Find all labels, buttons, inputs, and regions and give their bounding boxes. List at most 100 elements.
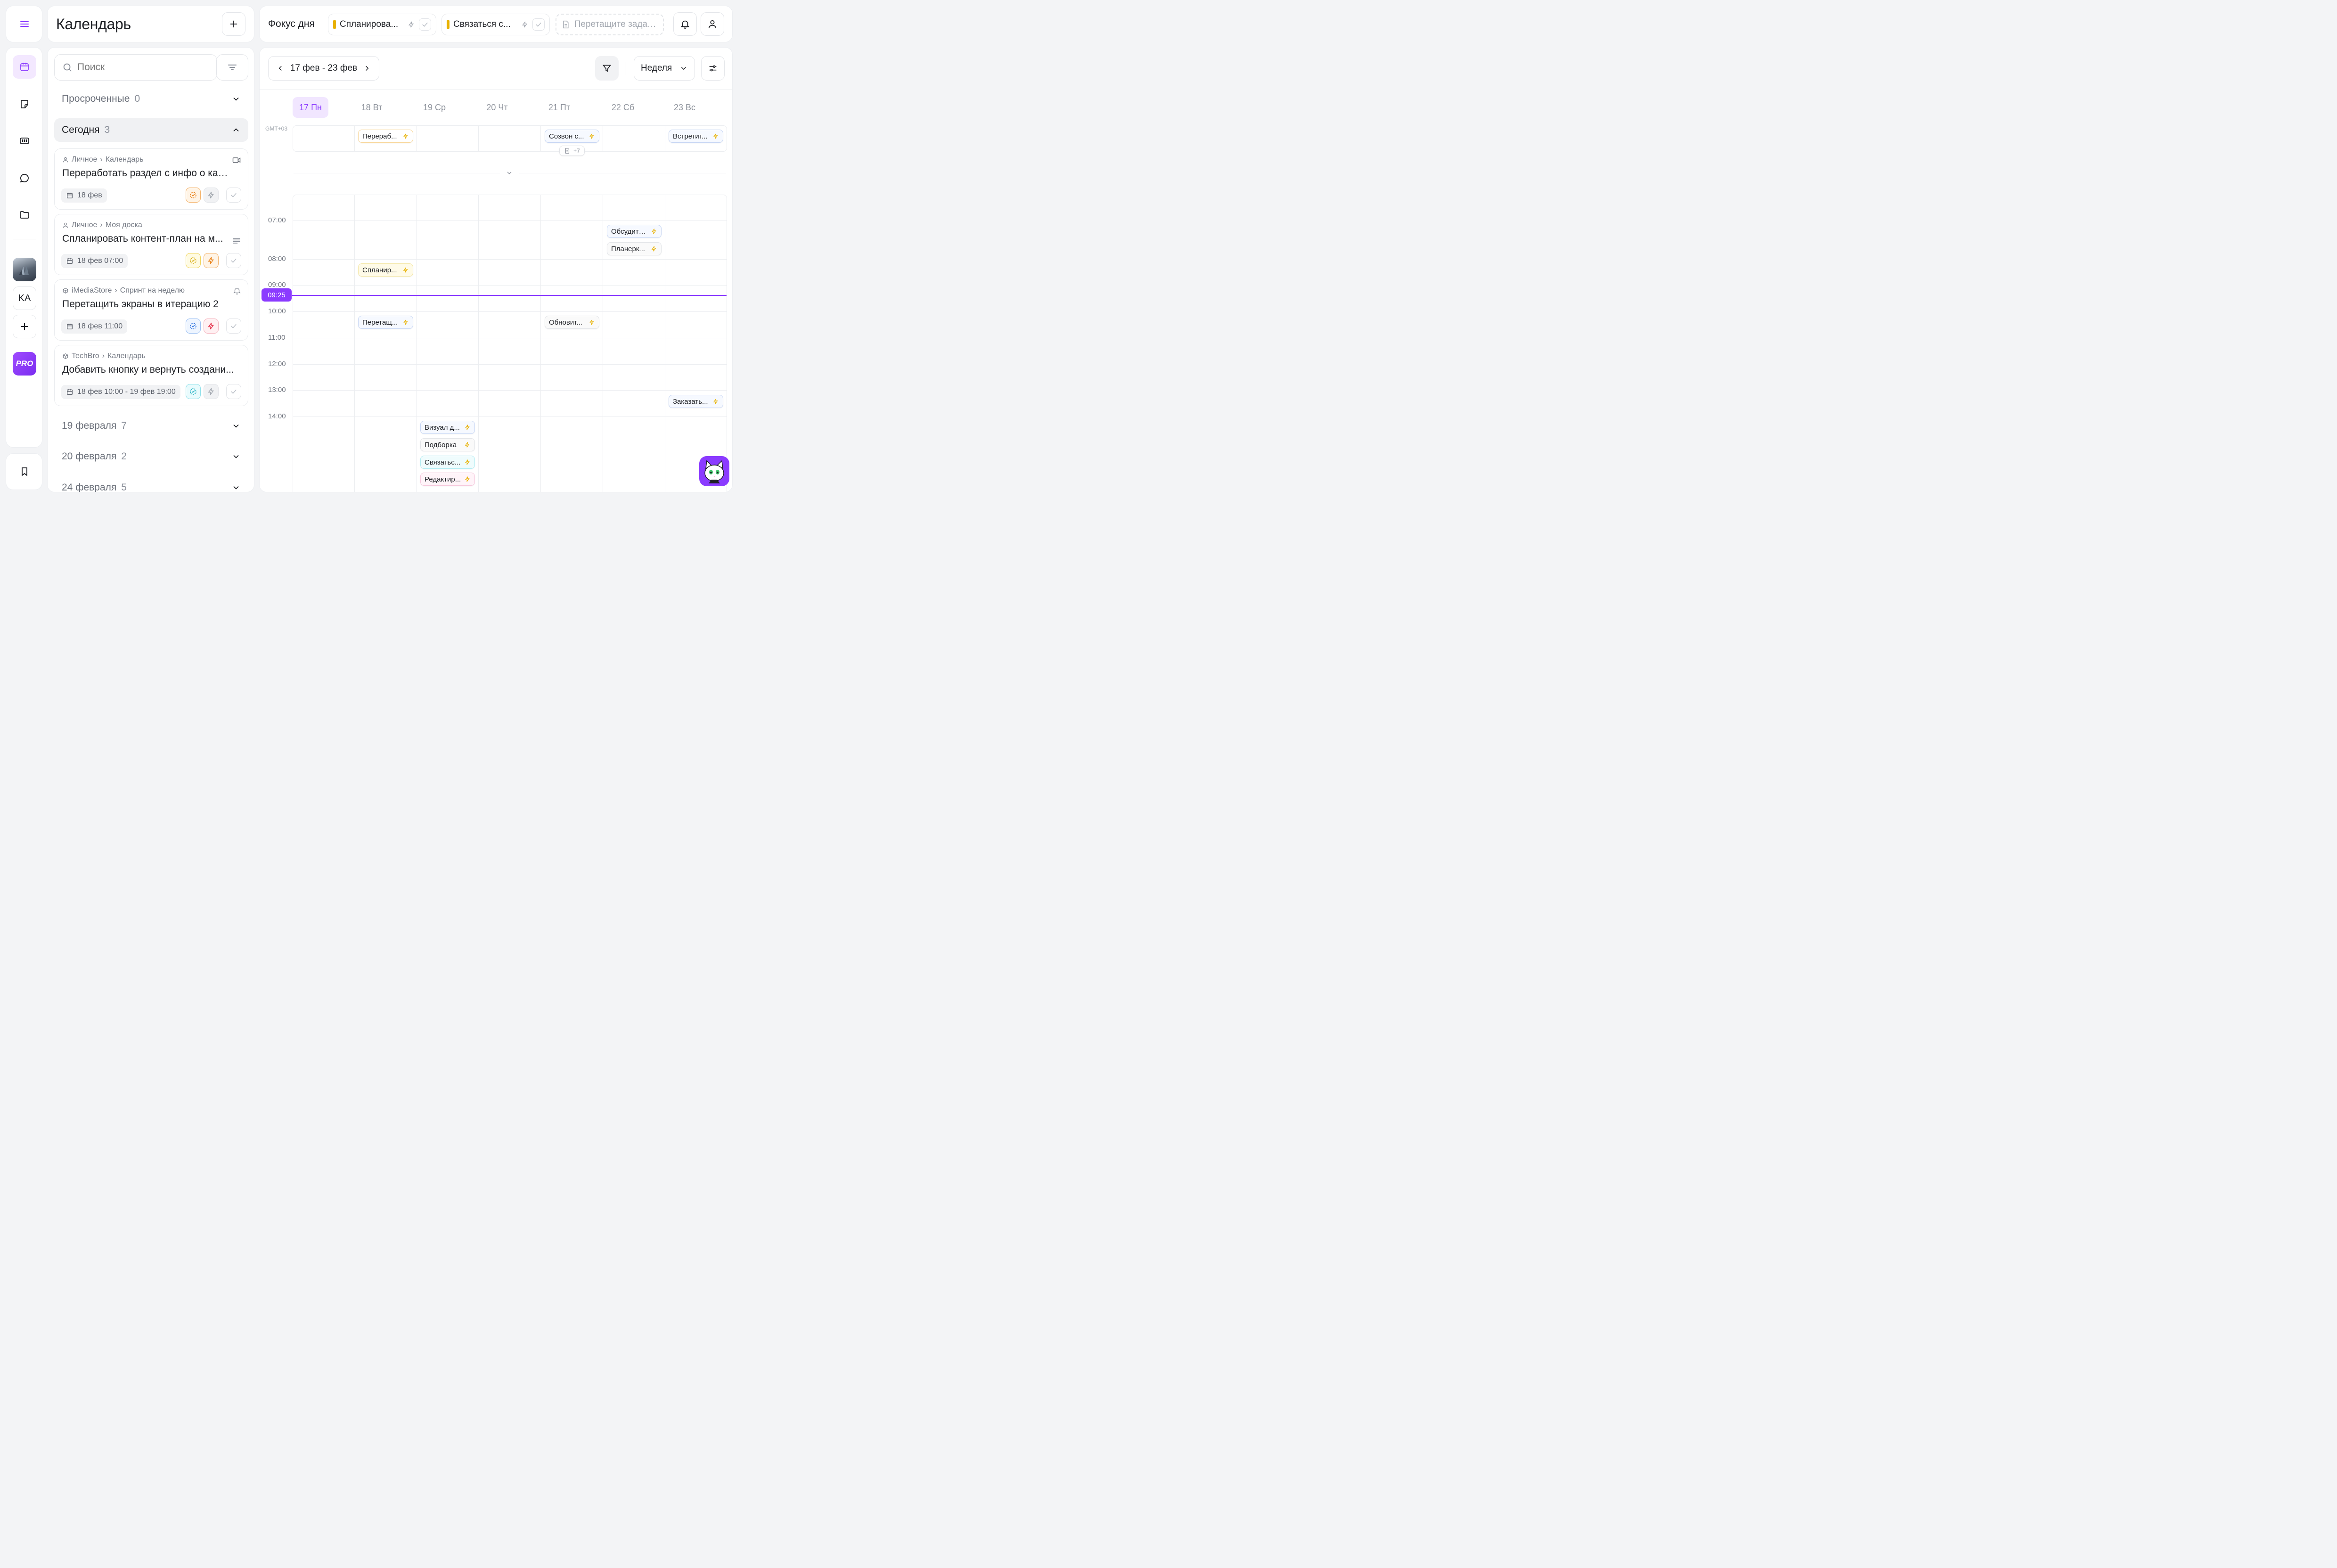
calendar-icon[interactable] <box>13 55 36 79</box>
cube-icon <box>63 353 68 359</box>
day-header[interactable]: 22 Сб <box>605 97 641 118</box>
complete-button[interactable] <box>419 18 431 31</box>
bookmark-panel <box>6 453 42 490</box>
complete-button[interactable] <box>226 384 241 399</box>
group-overdue[interactable]: Просроченные 0 <box>54 87 248 111</box>
view-select[interactable]: Неделя <box>634 56 695 81</box>
add-workspace-button[interactable] <box>13 315 36 338</box>
day-header[interactable]: 18 Вт <box>354 97 390 118</box>
workspace-avatar-image[interactable] <box>13 258 36 281</box>
chevron-right-icon[interactable] <box>363 64 371 73</box>
card-date[interactable]: 18 фев 10:00 - 19 фев 19:00 <box>61 385 180 399</box>
calendar-event[interactable]: Встретит... <box>669 130 723 143</box>
board-icon[interactable] <box>13 129 36 153</box>
filter-button[interactable] <box>595 56 619 81</box>
video-icon <box>232 157 241 163</box>
chevron-down-icon[interactable] <box>506 169 513 177</box>
profile-button[interactable] <box>701 12 724 36</box>
event-title: Визуал д... <box>425 423 460 432</box>
calendar-event[interactable]: Спланир... <box>358 263 413 277</box>
note-icon[interactable] <box>13 92 36 116</box>
page-title: Календарь <box>56 16 131 33</box>
event-title: Обновит... <box>549 318 582 327</box>
calendar-event[interactable]: Планерк... <box>607 242 662 255</box>
day-header[interactable]: 19 Ср <box>417 97 452 118</box>
crumb-chevron-icon: › <box>100 155 103 163</box>
priority-button[interactable] <box>204 384 219 399</box>
bookmark-icon[interactable] <box>13 460 36 483</box>
complete-button[interactable] <box>226 318 241 334</box>
calendar-event[interactable]: Заказать... <box>669 395 723 408</box>
card-date[interactable]: 18 фев <box>61 188 107 203</box>
status-button[interactable] <box>186 318 201 334</box>
day-header[interactable]: 20 Чт <box>479 97 515 118</box>
card-board: Спринт на неделю <box>120 286 185 294</box>
card-date[interactable]: 18 фев 11:00 <box>61 319 128 334</box>
focus-item[interactable]: Спланирова... <box>328 14 436 35</box>
event-title: Планерк... <box>611 245 645 253</box>
complete-button[interactable] <box>226 253 241 268</box>
task-card[interactable]: iMediaStore › Спринт на неделю Перетащит… <box>54 279 248 341</box>
calendar-event[interactable]: Созвон с... <box>545 130 599 143</box>
group-feb-20[interactable]: 20 февраля 2 <box>54 445 248 468</box>
nav-rail: KA PRO <box>6 47 42 448</box>
sort-button[interactable] <box>216 54 248 81</box>
description-icon <box>233 238 240 244</box>
settings-button[interactable] <box>701 56 725 81</box>
priority-button[interactable] <box>204 188 219 203</box>
date-range: 17 фев - 23 фев <box>290 63 358 73</box>
calendar-event[interactable]: Визуал д... <box>420 421 475 434</box>
focus-item[interactable]: Связаться с... <box>441 14 550 35</box>
status-button[interactable] <box>186 384 201 399</box>
folder-icon[interactable] <box>13 203 36 227</box>
calendar-event[interactable]: Связатьс... <box>420 456 475 469</box>
calendar-event[interactable]: Обсудить... <box>607 225 662 238</box>
calendar-icon <box>67 193 73 198</box>
menu-icon[interactable] <box>13 12 36 36</box>
calendar-event[interactable]: Редактир... <box>420 473 475 486</box>
time-grid[interactable] <box>293 195 727 492</box>
chat-icon[interactable] <box>13 166 36 190</box>
calendar-icon <box>67 324 73 329</box>
day-header[interactable]: 17 Пн <box>293 97 328 118</box>
task-card[interactable]: Личное › Моя доска Спланировать контент-… <box>54 214 248 275</box>
chevron-left-icon[interactable] <box>276 64 285 73</box>
search-box[interactable] <box>54 54 217 81</box>
day-header[interactable]: 23 Вс <box>667 97 703 118</box>
lightning-icon <box>651 246 656 252</box>
pro-badge[interactable]: PRO <box>13 352 36 376</box>
priority-button[interactable] <box>204 318 219 334</box>
group-feb-19[interactable]: 19 февраля 7 <box>54 414 248 438</box>
search-input[interactable] <box>77 62 200 73</box>
group-feb-24[interactable]: 24 февраля 5 <box>54 476 248 492</box>
task-card[interactable]: TechBro › Календарь Добавить кнопку и ве… <box>54 345 248 406</box>
drop-placeholder: Перетащите задач... <box>574 19 658 29</box>
day-header[interactable]: 21 Пт <box>541 97 577 118</box>
lightning-icon <box>522 21 528 28</box>
user-icon <box>708 20 717 28</box>
group-today[interactable]: Сегодня 3 <box>54 118 248 142</box>
calendar-event[interactable]: Перетащ... <box>358 316 413 329</box>
add-task-button[interactable] <box>222 12 245 36</box>
lightning-icon <box>208 322 214 330</box>
priority-button[interactable] <box>204 253 219 268</box>
focus-drop-zone[interactable]: Перетащите задач... <box>556 14 664 35</box>
task-card[interactable]: Личное › Календарь Переработать раздел с… <box>54 148 248 210</box>
workspace-avatar-initials[interactable]: KA <box>13 286 36 310</box>
assistant-mascot[interactable] <box>699 456 729 486</box>
complete-button[interactable] <box>226 188 241 203</box>
complete-button[interactable] <box>532 18 545 31</box>
more-events-badge[interactable]: +7 <box>559 146 585 156</box>
calendar-event[interactable]: Обновит... <box>545 316 599 329</box>
hour-label: 11:00 <box>268 334 286 342</box>
calendar-event[interactable]: Подборка <box>420 438 475 451</box>
notifications-button[interactable] <box>673 12 697 36</box>
check-icon <box>536 22 541 27</box>
lightning-icon <box>409 21 414 28</box>
status-button[interactable] <box>186 253 201 268</box>
header-divider <box>260 89 732 90</box>
card-date[interactable]: 18 фев 07:00 <box>61 254 128 268</box>
chevron-down-icon <box>233 97 239 101</box>
status-button[interactable] <box>186 188 201 203</box>
calendar-event[interactable]: Перераб... <box>358 130 413 143</box>
